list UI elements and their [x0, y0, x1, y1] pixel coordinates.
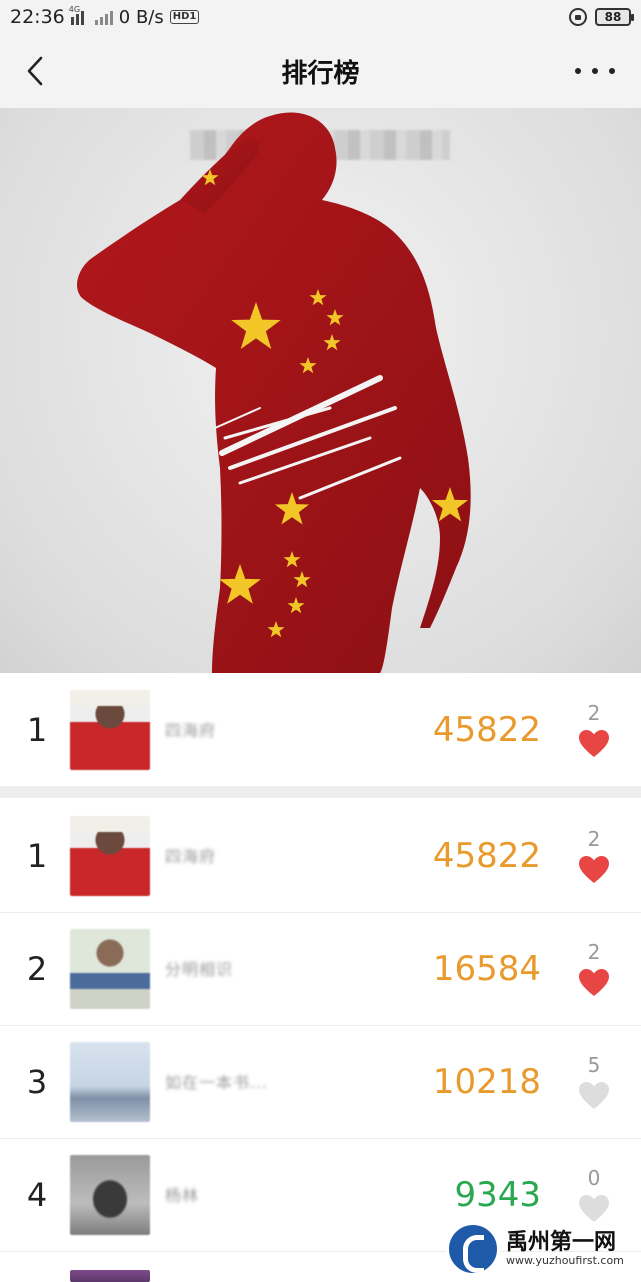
score: 9343: [454, 1175, 541, 1215]
heart-icon[interactable]: [578, 729, 610, 759]
avatar: [70, 1042, 150, 1122]
status-time: 22:36: [10, 6, 65, 28]
more-dot-icon: [575, 68, 581, 74]
site-watermark: 禹州第一网 www.yuzhoufirst.com: [446, 1218, 641, 1280]
sim1-label: 4G: [68, 5, 81, 14]
ranking-row[interactable]: 3 如在一本书... 10218 5: [0, 1026, 641, 1138]
like-count: 2: [587, 827, 601, 851]
saluting-soldier-illustration: [77, 112, 471, 673]
chevron-left-icon: [27, 56, 43, 86]
back-button[interactable]: [18, 54, 52, 88]
score: 45822: [432, 836, 541, 876]
avatar: [70, 1155, 150, 1235]
user-name: 如在一本书...: [165, 1073, 269, 1092]
rank-number: 1: [26, 837, 48, 875]
like-count: 2: [587, 940, 601, 964]
user-name: 分明相识: [165, 960, 234, 979]
battery-icon: 88: [595, 8, 634, 26]
page-title: 排行榜: [281, 58, 360, 89]
site-logo-icon: [446, 1222, 500, 1276]
avatar: [70, 690, 150, 770]
user-name: 四海府: [165, 847, 217, 866]
more-options-button[interactable]: [575, 54, 615, 88]
like-count: 0: [587, 1166, 601, 1190]
status-bar: 22:36 4G 0 B/s HD1 88: [0, 0, 641, 34]
ranking-row[interactable]: 1 四海府 45822 2: [0, 800, 641, 912]
score: 16584: [432, 949, 541, 989]
nav-bar: 排行榜: [0, 34, 641, 108]
avatar: [70, 816, 150, 896]
hd-icon: HD1: [169, 10, 200, 24]
more-dot-icon: [592, 68, 598, 74]
avatar: [70, 1270, 150, 1282]
rank-number: 4: [26, 1176, 48, 1214]
user-name: 杨林: [165, 1186, 200, 1205]
heart-icon[interactable]: [578, 855, 610, 885]
watermark-url: www.yuzhoufirst.com: [506, 1254, 624, 1268]
ranking-row[interactable]: 2 分明相识 16584 2: [0, 913, 641, 1025]
net-speed: 0 B/s: [118, 6, 164, 28]
section-divider: [0, 786, 641, 798]
like-control[interactable]: 2: [577, 827, 611, 885]
like-control[interactable]: 0: [577, 1166, 611, 1224]
rank-number: 3: [26, 1063, 48, 1101]
my-rank-row[interactable]: 1 四海府 45822 2: [0, 674, 641, 786]
signal-sim2-icon: [94, 9, 113, 25]
banner-image: [0, 108, 641, 673]
watermark-name: 禹州第一网: [506, 1229, 617, 1255]
rank-number: 1: [26, 711, 48, 749]
avatar: [70, 929, 150, 1009]
more-dot-icon: [609, 68, 615, 74]
rank-number: 2: [26, 950, 48, 988]
like-control[interactable]: 5: [577, 1053, 611, 1111]
heart-icon[interactable]: [578, 968, 610, 998]
signal-4g-icon: 4G: [69, 5, 89, 25]
like-count: 5: [587, 1053, 601, 1077]
user-name: 四海府: [165, 721, 217, 740]
score: 10218: [432, 1062, 541, 1102]
rotation-lock-icon: [569, 8, 587, 26]
score: 45822: [432, 710, 541, 750]
heart-icon[interactable]: [578, 1081, 610, 1111]
like-control[interactable]: 2: [577, 940, 611, 998]
like-count: 2: [587, 701, 601, 725]
like-control[interactable]: 2: [577, 701, 611, 759]
